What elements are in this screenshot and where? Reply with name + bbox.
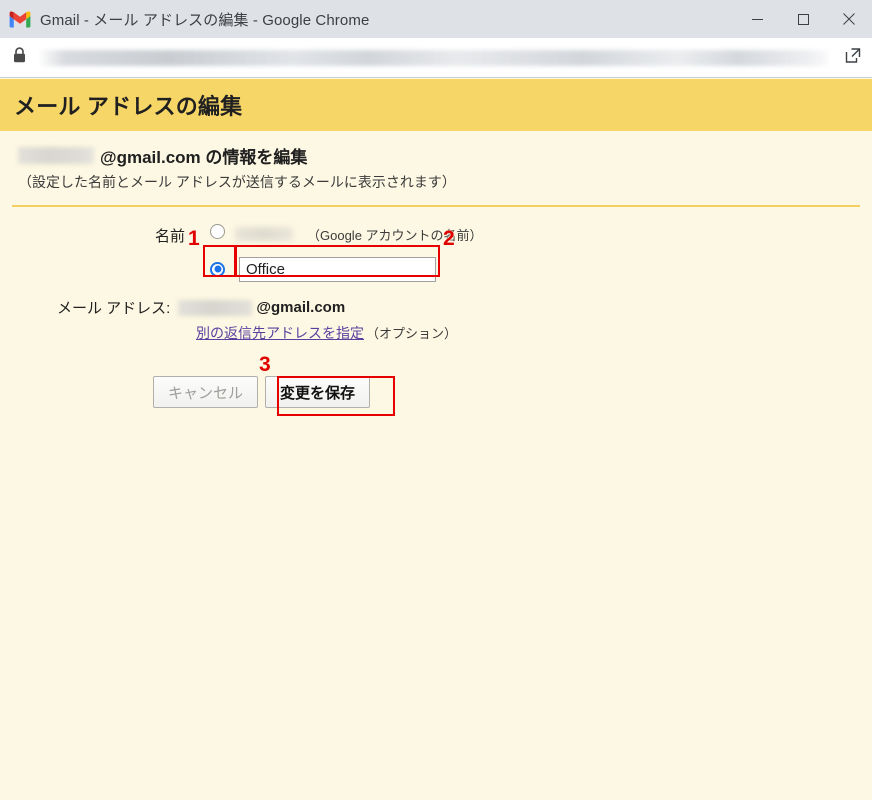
maximize-icon[interactable] <box>780 0 826 38</box>
url-text-redacted[interactable] <box>38 49 828 66</box>
gmail-logo-icon <box>9 10 31 28</box>
name-option-account-row[interactable]: （Google アカウントの名前） <box>0 221 872 247</box>
page-title: メール アドレスの編集 <box>14 94 243 119</box>
close-icon[interactable] <box>826 0 872 38</box>
account-domain-text: @gmail.com の情報を編集 <box>100 148 308 167</box>
lock-icon[interactable] <box>13 47 26 68</box>
reply-to-optional-text: （オプション） <box>366 326 458 341</box>
window-title: Gmail - メール アドレスの編集 - Google Chrome <box>40 11 370 29</box>
subheader: @gmail.com の情報を編集 （設定した名前とメール アドレスが送信するメ… <box>0 131 872 192</box>
browser-title-bar: Gmail - メール アドレスの編集 - Google Chrome <box>0 0 872 38</box>
edit-address-form: 名前 （Google アカウントの名前） メール アドレス: @gmail.co… <box>0 207 872 408</box>
account-name-redacted <box>18 147 94 164</box>
account-name-value-redacted <box>235 227 293 241</box>
browser-address-bar[interactable] <box>0 38 872 78</box>
name-option-custom-row[interactable] <box>0 255 872 283</box>
subheader-note: （設定した名前とメール アドレスが送信するメールに表示されます） <box>18 174 456 190</box>
account-name-hint: （Google アカウントの名前） <box>307 227 483 243</box>
specify-reply-to-link[interactable]: 別の返信先アドレスを指定 <box>196 325 364 341</box>
email-address-label: メール アドレス: <box>57 300 171 317</box>
account-name-radio[interactable] <box>210 224 225 244</box>
custom-name-radio[interactable] <box>210 261 225 277</box>
reply-to-row: 別の返信先アドレスを指定 （オプション） <box>0 323 872 343</box>
page-content: メール アドレスの編集 @gmail.com の情報を編集 （設定した名前とメー… <box>0 79 872 800</box>
minimize-icon[interactable] <box>734 0 780 38</box>
custom-name-input[interactable] <box>239 256 436 282</box>
email-user-redacted <box>178 299 253 316</box>
name-field-label: 名前 <box>155 228 186 245</box>
open-in-new-icon[interactable] <box>844 46 862 69</box>
form-actions: キャンセル 変更を保存 <box>0 376 872 408</box>
email-address-row: メール アドレス: @gmail.com <box>0 297 872 318</box>
email-domain: @gmail.com <box>256 299 346 316</box>
window-controls <box>734 0 872 38</box>
page-header-banner: メール アドレスの編集 <box>0 79 872 131</box>
save-changes-button[interactable]: 変更を保存 <box>265 376 371 408</box>
account-info-line: @gmail.com の情報を編集 <box>18 143 872 168</box>
cancel-button[interactable]: キャンセル <box>153 376 259 408</box>
